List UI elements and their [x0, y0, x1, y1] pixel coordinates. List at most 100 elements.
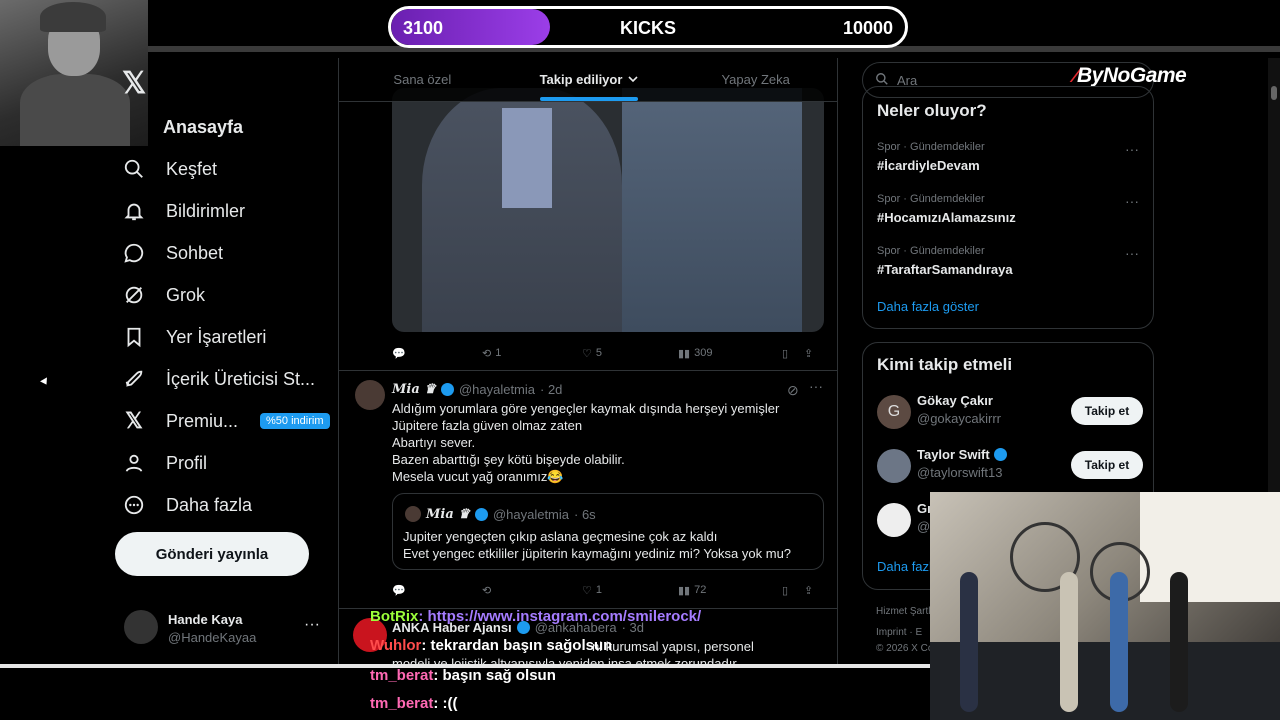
share-icon[interactable]: ⇪	[804, 584, 813, 597]
tweet-header: Mia ♛ @hayaletmia · 2d	[392, 382, 562, 397]
suggestion-name: Taylor Swift	[917, 447, 990, 462]
x-logo-icon: 𝕏	[125, 408, 143, 433]
bookmark-icon[interactable]: ▯	[782, 347, 804, 360]
retweet-icon: ⟲	[482, 584, 492, 597]
footer-link[interactable]: Imprint · E	[876, 627, 922, 638]
avatar[interactable]	[355, 380, 385, 410]
views-button[interactable]: ▮▮ 72	[678, 584, 782, 597]
quoted-tweet[interactable]: Mia ♛ @hayaletmia · 6s Jupiter yengeçten…	[392, 493, 824, 570]
chat-message: tm_berat: başın sağ olsun	[370, 667, 556, 684]
kicks-band: 3100 KICKS 10000	[0, 0, 1280, 52]
follow-suggestion[interactable]: G Gökay Çakır @gokaycakirrr Takip et	[877, 391, 1143, 431]
nav-label: Sohbet	[166, 242, 224, 263]
tweet-line: Aldığım yorumlara göre yengeçler kaymak …	[392, 401, 780, 416]
quote-line: Evet yengec etkililer jüpiterin kaymağın…	[403, 546, 792, 561]
follow-suggestion[interactable]: Taylor Swift @taylorswift13 Takip et	[877, 445, 1143, 485]
trend-category: Spor · Gündemdekiler	[877, 245, 985, 257]
nav-item-chat[interactable]: Sohbet	[120, 238, 223, 268]
footer-link[interactable]: Hizmet Şartl	[876, 606, 930, 617]
tweet-text: Aldığım yorumlara göre yengeçler kaymak …	[392, 400, 822, 485]
nav-item-bookmarks[interactable]: Yer İşaretleri	[120, 322, 266, 352]
more-dots-icon[interactable]: ···	[1125, 141, 1139, 157]
bookmark-icon	[120, 323, 148, 351]
x-logo-icon[interactable]: 𝕏	[122, 66, 146, 101]
like-count: 5	[595, 347, 602, 359]
nav-home[interactable]: Anasayfa	[163, 117, 243, 138]
nav-item-premium[interactable]: 𝕏 Premiu... %50 indirim	[120, 406, 330, 436]
tab-following[interactable]: Takip ediliyor	[506, 58, 673, 101]
suggestion-handle: @taylorswift13	[917, 465, 1003, 480]
nav-item-creator-studio[interactable]: İçerik Üreticisi St...	[120, 364, 315, 394]
bynogame-logo: ⁄ByNoGame	[1074, 64, 1187, 88]
show-more-follow-link[interactable]: Daha fazl	[877, 559, 932, 574]
tweet-photo[interactable]	[392, 88, 824, 332]
nav-item-profile[interactable]: Profil	[120, 448, 207, 478]
nav-item-explore[interactable]: Keşfet	[120, 154, 217, 184]
more-dots-icon[interactable]: ···	[304, 616, 320, 634]
footer-copyright: © 2026 X Co	[876, 643, 934, 654]
tab-for-you[interactable]: Sana özel	[339, 58, 506, 101]
tweet-handle[interactable]: @hayaletmia	[459, 382, 535, 397]
chat-text: : https://www.instagram.com/smilerock/	[418, 608, 702, 625]
grok-icon	[120, 281, 148, 309]
trends-title: Neler oluyor?	[877, 101, 987, 120]
views-button[interactable]: ▮▮ 309	[678, 347, 782, 360]
nav-item-more[interactable]: Daha fazla	[120, 490, 252, 520]
follow-button[interactable]: Takip et	[1071, 451, 1143, 479]
chat-text: : :((	[433, 695, 458, 712]
nav-label: Yer İşaretleri	[166, 326, 267, 347]
view-count: 309	[694, 347, 713, 359]
retweet-button[interactable]: ⟲ 1	[482, 347, 582, 360]
nav-label: Premiu...	[166, 410, 239, 431]
post-button[interactable]: Gönderi yayınla	[115, 532, 309, 576]
grok-icon[interactable]: ⊘	[787, 382, 799, 399]
more-dots-icon[interactable]: ···	[1125, 245, 1139, 261]
avatar	[405, 506, 421, 522]
rocket-icon	[120, 365, 148, 393]
trend-tag: #İcardiyleDevam	[877, 158, 980, 173]
more-dots-icon[interactable]: ···	[809, 378, 823, 394]
tweet-line: Abartıyı sever.	[392, 435, 476, 450]
follow-button[interactable]: Takip et	[1071, 397, 1143, 425]
chat-message: BotRix: https://www.instagram.com/smiler…	[370, 608, 701, 625]
more-dots-icon[interactable]: ···	[1125, 193, 1139, 209]
tab-ai[interactable]: Yapay Zeka	[672, 58, 837, 101]
kicks-label: KICKS	[619, 18, 676, 38]
heart-icon: ♡	[582, 347, 592, 360]
account-switcher[interactable]: Hande Kaya @HandeKayaa ···	[124, 606, 324, 650]
scrollbar-thumb[interactable]	[1271, 86, 1277, 100]
bookmark-icon[interactable]: ▯	[782, 584, 804, 597]
chat-user: Wuhlor	[370, 637, 422, 654]
trend-item[interactable]: Spor · Gündemdekiler #HocamızıAlamazsını…	[877, 193, 1147, 225]
who-to-follow-title: Kimi takip etmeli	[877, 355, 1013, 374]
avatar	[877, 449, 911, 483]
chat-message: tm_berat: :((	[370, 695, 458, 712]
person-icon	[120, 449, 148, 477]
trend-item[interactable]: Spor · Gündemdekiler #İcardiyleDevam ···	[877, 141, 1147, 173]
show-more-trends-link[interactable]: Daha fazla göster	[877, 299, 979, 314]
kicks-goal: 10000	[842, 18, 893, 38]
retweet-button[interactable]: ⟲	[482, 584, 582, 597]
nav-item-grok[interactable]: Grok	[120, 280, 205, 310]
kicks-progress-bar: 3100 KICKS 10000	[388, 6, 908, 48]
chat-user: BotRix	[370, 608, 419, 625]
avatar: G	[877, 395, 911, 429]
quote-time: · 6s	[574, 506, 596, 522]
tweet-time[interactable]: · 2d	[540, 382, 562, 397]
like-button[interactable]: ♡ 1	[582, 584, 678, 597]
nav-label: Daha fazla	[166, 494, 253, 515]
timeline[interactable]: Sana özel Takip ediliyor Yapay Zeka 💬 ⟲ 1…	[338, 58, 838, 668]
nav-item-notifications[interactable]: Bildirimler	[120, 196, 245, 226]
like-count: 1	[595, 584, 602, 596]
reply-button[interactable]: 💬	[392, 584, 482, 597]
webcam-feed-image	[930, 492, 1280, 720]
more-circle-icon	[120, 491, 148, 519]
trend-item[interactable]: Spor · Gündemdekiler #TaraftarSamandıray…	[877, 245, 1147, 277]
like-button[interactable]: ♡ 5	[582, 347, 678, 360]
quote-handle: @hayaletmia	[492, 506, 570, 522]
tweet-author[interactable]: Mia ♛	[392, 382, 436, 397]
reply-button[interactable]: 💬	[392, 347, 482, 360]
nav-label: İçerik Üreticisi St...	[166, 368, 316, 389]
view-count: 72	[694, 584, 707, 596]
share-icon[interactable]: ⇪	[804, 347, 813, 360]
